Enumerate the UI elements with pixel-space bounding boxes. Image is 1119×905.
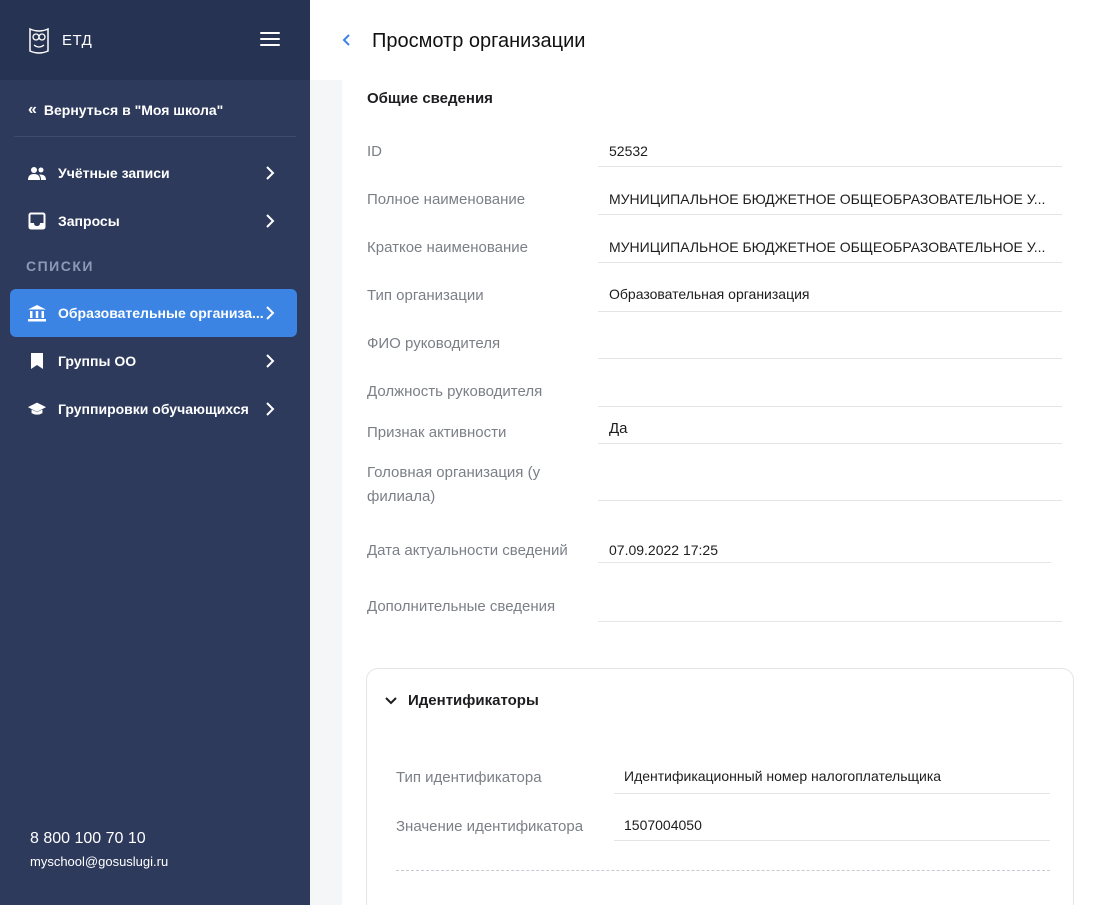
field-underline <box>598 166 1062 167</box>
sidebar-item-label: Учётные записи <box>58 165 170 181</box>
sidebar-item-accounts[interactable]: Учётные записи <box>10 149 297 197</box>
field-underline <box>598 443 1062 444</box>
field-value-full-name: МУНИЦИПАЛЬНОЕ БЮДЖЕТНОЕ ОБЩЕОБРАЗОВАТЕЛЬ… <box>609 191 1046 207</box>
field-underline <box>598 311 1062 312</box>
chevron-right-icon <box>266 214 275 228</box>
identifiers-toggle[interactable]: Идентификаторы <box>384 692 539 709</box>
sidebar-item-oo-groups[interactable]: Группы ОО <box>10 337 297 385</box>
back-chevron-icon[interactable] <box>340 30 354 50</box>
field-value-actuality-date: 07.09.2022 17:25 <box>609 542 718 558</box>
field-label-actuality-date: Дата актуальности сведений <box>367 542 568 559</box>
page-title: Просмотр организации <box>372 30 586 52</box>
field-value-short-name: МУНИЦИПАЛЬНОЕ БЮДЖЕТНОЕ ОБЩЕОБРАЗОВАТЕЛЬ… <box>609 239 1046 255</box>
field-value-org-type: Образовательная организация <box>609 286 810 302</box>
field-underline <box>598 262 1062 263</box>
field-underline <box>614 840 1050 841</box>
sidebar-item-label: Группы ОО <box>58 353 137 369</box>
sidebar: ЕТД « Вернуться в "Моя школа" Учётные за… <box>0 0 310 905</box>
back-to-myschool-link[interactable]: « Вернуться в "Моя школа" <box>28 101 223 119</box>
field-underline <box>598 358 1062 359</box>
sidebar-item-student-groupings[interactable]: Группировки обучающихся <box>10 385 297 433</box>
hamburger-icon <box>260 32 280 34</box>
sidebar-item-label: Образовательные организа... <box>58 305 264 321</box>
field-label-parent-org: Головная организация (у филиала) <box>367 464 541 505</box>
sidebar-item-label: Запросы <box>58 213 120 229</box>
field-underline <box>598 562 1051 563</box>
field-underline <box>598 500 1062 501</box>
identifier-value-value: 1507004050 <box>624 817 702 833</box>
identifier-type-value: Идентификационный номер налогоплательщик… <box>624 768 942 784</box>
dashed-separator <box>396 870 1050 871</box>
chevron-down-icon <box>385 696 397 704</box>
owl-logo-icon <box>29 27 49 54</box>
field-label-short-name: Краткое наименование <box>367 239 528 256</box>
field-underline <box>598 621 1062 622</box>
sidebar-header: ЕТД <box>0 0 310 80</box>
field-label-full-name: Полное наименование <box>367 191 526 208</box>
page-header: Просмотр организации <box>310 0 1119 80</box>
sidebar-section-title: СПИСКИ <box>26 258 94 274</box>
bookmark-icon <box>26 352 48 370</box>
users-icon <box>26 164 48 182</box>
back-to-myschool-label: Вернуться в "Моя школа" <box>43 102 224 118</box>
sidebar-item-educational-organizations[interactable]: Образовательные организа... <box>10 289 297 337</box>
field-value-active-flag: Да <box>609 420 628 437</box>
chevron-right-icon <box>266 354 275 368</box>
field-underline <box>598 214 1062 215</box>
field-value-id: 52532 <box>609 143 648 159</box>
field-label-head-position: Должность руководителя <box>367 383 543 400</box>
general-info-heading: Общие сведения <box>367 90 493 107</box>
chevron-right-icon <box>266 402 275 416</box>
field-label-additional-info: Дополнительные сведения <box>367 598 556 615</box>
field-label-id: ID <box>367 143 382 160</box>
field-underline <box>598 406 1062 407</box>
hamburger-icon-line <box>260 38 280 40</box>
sidebar-item-label: Группировки обучающихся <box>58 401 249 417</box>
institution-icon <box>26 304 48 322</box>
menu-toggle-button[interactable] <box>260 32 280 48</box>
identifier-value-label: Значение идентификатора <box>396 818 584 835</box>
field-label-org-type: Тип организации <box>367 287 484 304</box>
inbox-icon <box>26 212 48 230</box>
field-label-active-flag: Признак активности <box>367 424 507 441</box>
hamburger-icon-line <box>260 44 280 46</box>
identifier-type-label: Тип идентификатора <box>396 769 542 786</box>
chevron-right-icon <box>266 306 275 320</box>
logo-text: ЕТД <box>62 31 93 49</box>
identifiers-title: Идентификаторы <box>408 692 539 709</box>
field-label-head-name: ФИО руководителя <box>367 335 501 352</box>
support-phone: 8 800 100 70 10 <box>30 830 146 847</box>
field-underline <box>614 793 1050 794</box>
chevron-right-icon <box>266 166 275 180</box>
logo[interactable]: ЕТД <box>28 25 92 55</box>
double-chevron-left-icon: « <box>28 101 37 118</box>
sidebar-divider <box>14 136 296 137</box>
support-email[interactable]: myschool@gosuslugi.ru <box>30 854 168 869</box>
graduation-cap-icon <box>26 400 48 418</box>
sidebar-item-requests[interactable]: Запросы <box>10 197 297 245</box>
